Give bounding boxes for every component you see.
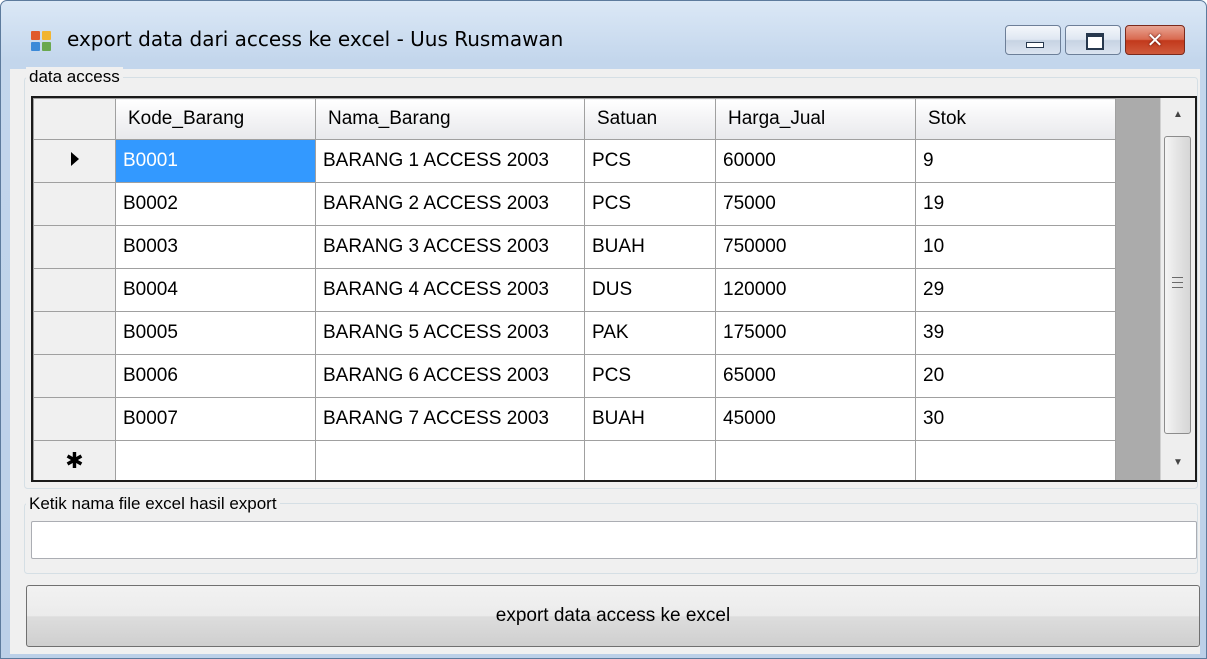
cell-harga-jual[interactable]: 175000 xyxy=(715,311,916,355)
row-header[interactable] xyxy=(33,182,116,226)
cell-kode-barang[interactable]: B0002 xyxy=(115,182,316,226)
table-row[interactable]: B0007 BARANG 7 ACCESS 2003 BUAH 45000 30 xyxy=(33,397,1116,441)
export-button[interactable]: export data access ke excel xyxy=(26,585,1200,647)
cell-stok[interactable]: 9 xyxy=(915,139,1116,183)
form-client-area: data access Kode_Barang Nama_Barang Satu… xyxy=(10,67,1200,654)
new-row-asterisk-icon: ✱ xyxy=(65,447,84,473)
cell-nama-barang[interactable]: BARANG 1 ACCESS 2003 xyxy=(315,139,585,183)
app-form-icon xyxy=(31,31,53,53)
row-header[interactable] xyxy=(33,311,116,355)
new-row[interactable]: ✱ xyxy=(33,440,1116,480)
column-header-satuan[interactable]: Satuan xyxy=(584,98,716,140)
cell-stok[interactable]: 10 xyxy=(915,225,1116,269)
cell-satuan[interactable]: PCS xyxy=(584,139,716,183)
column-header-nama-barang[interactable]: Nama_Barang xyxy=(315,98,585,140)
cell-nama-barang[interactable]: BARANG 4 ACCESS 2003 xyxy=(315,268,585,312)
cell-satuan[interactable] xyxy=(584,440,716,480)
cell-satuan[interactable]: BUAH xyxy=(584,397,716,441)
cell-harga-jual[interactable]: 45000 xyxy=(715,397,916,441)
table-row[interactable]: B0001 BARANG 1 ACCESS 2003 PCS 60000 9 xyxy=(33,139,1116,183)
top-left-header-cell[interactable] xyxy=(33,98,116,140)
app-window: export data dari access ke excel - Uus R… xyxy=(0,0,1207,659)
cell-harga-jual[interactable]: 60000 xyxy=(715,139,916,183)
cell-harga-jual[interactable] xyxy=(715,440,916,480)
cell-nama-barang[interactable]: BARANG 3 ACCESS 2003 xyxy=(315,225,585,269)
scroll-down-arrow-icon[interactable]: ▼ xyxy=(1161,446,1195,480)
minimize-icon xyxy=(1026,42,1044,48)
cell-kode-barang[interactable]: B0004 xyxy=(115,268,316,312)
scrollbar-thumb[interactable] xyxy=(1164,136,1191,434)
cell-satuan[interactable]: PCS xyxy=(584,354,716,398)
cell-stok[interactable] xyxy=(915,440,1116,480)
maximize-button[interactable] xyxy=(1065,25,1121,55)
table-row[interactable]: B0002 BARANG 2 ACCESS 2003 PCS 75000 19 xyxy=(33,182,1116,226)
table-row[interactable]: B0005 BARANG 5 ACCESS 2003 PAK 175000 39 xyxy=(33,311,1116,355)
column-header-stok[interactable]: Stok xyxy=(915,98,1116,140)
cell-nama-barang[interactable]: BARANG 7 ACCESS 2003 xyxy=(315,397,585,441)
cell-stok[interactable]: 20 xyxy=(915,354,1116,398)
cell-harga-jual[interactable]: 75000 xyxy=(715,182,916,226)
cell-stok[interactable]: 19 xyxy=(915,182,1116,226)
row-header[interactable] xyxy=(33,225,116,269)
cell-nama-barang[interactable]: BARANG 5 ACCESS 2003 xyxy=(315,311,585,355)
cell-stok[interactable]: 29 xyxy=(915,268,1116,312)
row-header[interactable] xyxy=(33,354,116,398)
cell-kode-barang[interactable]: B0005 xyxy=(115,311,316,355)
cell-kode-barang[interactable]: B0007 xyxy=(115,397,316,441)
close-icon: ✕ xyxy=(1146,28,1164,52)
window-title: export data dari access ke excel - Uus R… xyxy=(67,27,564,51)
row-header[interactable] xyxy=(33,397,116,441)
excel-filename-input[interactable] xyxy=(31,521,1197,559)
cell-harga-jual[interactable]: 120000 xyxy=(715,268,916,312)
cell-harga-jual[interactable]: 750000 xyxy=(715,225,916,269)
cell-harga-jual[interactable]: 65000 xyxy=(715,354,916,398)
filename-groupbox-label: Ketik nama file excel hasil export xyxy=(26,494,280,514)
cell-kode-barang[interactable]: B0003 xyxy=(115,225,316,269)
vertical-scrollbar[interactable]: ▲ ▼ xyxy=(1160,98,1195,480)
maximize-icon xyxy=(1086,33,1104,50)
cell-stok[interactable]: 30 xyxy=(915,397,1116,441)
column-header-harga-jual[interactable]: Harga_Jual xyxy=(715,98,916,140)
scroll-up-arrow-icon[interactable]: ▲ xyxy=(1161,98,1195,132)
cell-kode-barang[interactable]: B0006 xyxy=(115,354,316,398)
column-header-kode-barang[interactable]: Kode_Barang xyxy=(115,98,316,140)
cell-stok[interactable]: 39 xyxy=(915,311,1116,355)
cell-satuan[interactable]: BUAH xyxy=(584,225,716,269)
table-row[interactable]: B0003 BARANG 3 ACCESS 2003 BUAH 750000 1… xyxy=(33,225,1116,269)
cell-nama-barang[interactable]: BARANG 6 ACCESS 2003 xyxy=(315,354,585,398)
data-grid[interactable]: Kode_Barang Nama_Barang Satuan Harga_Jua… xyxy=(31,96,1197,482)
row-header[interactable]: ✱ xyxy=(33,440,116,480)
cell-satuan[interactable]: DUS xyxy=(584,268,716,312)
cell-kode-barang[interactable] xyxy=(115,440,316,480)
cell-satuan[interactable]: PCS xyxy=(584,182,716,226)
row-header[interactable] xyxy=(33,268,116,312)
table-row[interactable]: B0006 BARANG 6 ACCESS 2003 PCS 65000 20 xyxy=(33,354,1116,398)
scrollbar-grip-icon xyxy=(1172,277,1183,292)
table-row[interactable]: B0004 BARANG 4 ACCESS 2003 DUS 120000 29 xyxy=(33,268,1116,312)
title-bar[interactable]: export data dari access ke excel - Uus R… xyxy=(1,1,1206,69)
cell-nama-barang[interactable] xyxy=(315,440,585,480)
data-grid-table: Kode_Barang Nama_Barang Satuan Harga_Jua… xyxy=(33,98,1116,480)
column-header-row: Kode_Barang Nama_Barang Satuan Harga_Jua… xyxy=(33,98,1116,140)
close-button[interactable]: ✕ xyxy=(1125,25,1185,55)
cell-satuan[interactable]: PAK xyxy=(584,311,716,355)
cell-nama-barang[interactable]: BARANG 2 ACCESS 2003 xyxy=(315,182,585,226)
cell-kode-barang[interactable]: B0001 xyxy=(115,139,316,183)
data-access-groupbox-label: data access xyxy=(26,67,123,87)
row-header[interactable] xyxy=(33,139,116,183)
current-row-arrow-icon xyxy=(70,152,79,166)
minimize-button[interactable] xyxy=(1005,25,1061,55)
